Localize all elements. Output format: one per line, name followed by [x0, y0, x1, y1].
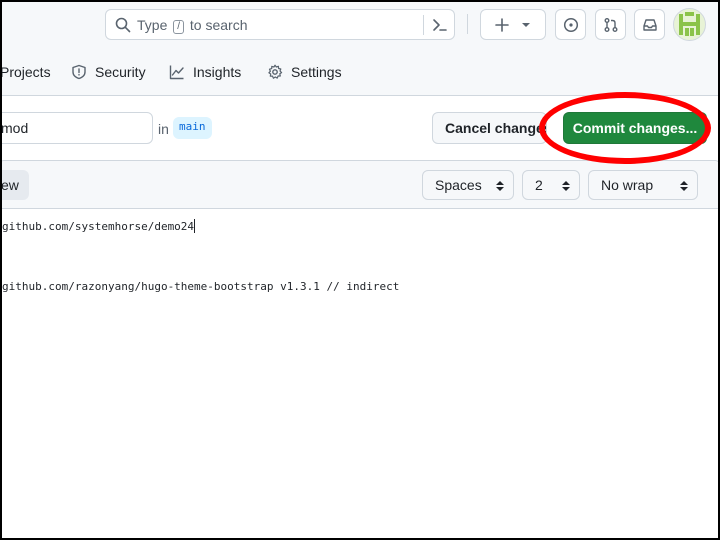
search-placeholder: Type / to search: [137, 17, 248, 34]
search-divider: [423, 15, 424, 35]
code-area[interactable]: github.com/systemhorse/demo24 github.com…: [0, 217, 399, 297]
branch-badge[interactable]: main: [173, 117, 212, 139]
commit-changes-button[interactable]: Commit changes...: [563, 112, 707, 144]
repo-nav: Projects Security Insights Settings: [0, 48, 720, 96]
tab-projects[interactable]: Projects: [0, 64, 51, 80]
avatar[interactable]: [673, 8, 706, 41]
command-palette-icon[interactable]: [432, 17, 448, 33]
indent-size-select[interactable]: 2: [522, 170, 580, 200]
code-line[interactable]: github.com/razonyang/hugo-theme-bootstra…: [0, 277, 399, 297]
tab-settings[interactable]: Settings: [267, 64, 342, 80]
graph-icon: [169, 65, 184, 80]
select-caret-icon: [680, 181, 688, 191]
create-new-button[interactable]: [480, 9, 546, 40]
tab-insights-label: Insights: [193, 64, 242, 80]
global-header: Type / to search: [0, 0, 720, 48]
header-divider: [467, 14, 468, 34]
tab-settings-label: Settings: [291, 64, 342, 80]
indent-mode-select[interactable]: Spaces: [422, 170, 514, 200]
indent-mode-value: Spaces: [435, 177, 482, 193]
wrap-mode-select[interactable]: No wrap: [588, 170, 698, 200]
identicon-icon: [679, 12, 700, 36]
filename-input[interactable]: mod: [0, 112, 153, 144]
inbox-icon: [643, 19, 657, 31]
plus-icon: [495, 18, 509, 32]
search-icon: [115, 17, 131, 33]
editor-toolbar: ew Spaces 2 No wrap: [0, 161, 720, 209]
tab-insights[interactable]: Insights: [169, 64, 241, 80]
issues-icon: [563, 17, 579, 33]
select-caret-icon: [496, 181, 504, 191]
shield-icon: [72, 64, 86, 80]
pull-requests-button[interactable]: [595, 9, 626, 40]
code-line[interactable]: [0, 237, 399, 257]
cancel-changes-button[interactable]: Cancel changes: [432, 112, 547, 144]
code-line[interactable]: github.com/systemhorse/demo24: [0, 217, 399, 237]
tab-projects-label: Projects: [0, 64, 51, 80]
wrap-mode-value: No wrap: [601, 177, 654, 193]
pull-requests-icon: [604, 18, 618, 32]
inbox-button[interactable]: [634, 9, 665, 40]
tab-security[interactable]: Security: [71, 64, 146, 80]
in-label: in: [158, 121, 169, 137]
code-line[interactable]: [0, 257, 399, 277]
file-editor: ew Spaces 2 No wrap github.com/systemhor…: [0, 160, 720, 540]
search-shortcut-key: /: [173, 20, 185, 34]
select-caret-icon: [562, 181, 570, 191]
text-cursor: [194, 219, 196, 233]
tab-preview[interactable]: ew: [0, 170, 29, 200]
gear-icon: [268, 64, 283, 79]
tab-security-label: Security: [95, 64, 146, 80]
search-input[interactable]: Type / to search: [105, 9, 455, 40]
issues-button[interactable]: [555, 9, 586, 40]
indent-size-value: 2: [535, 177, 543, 193]
chevron-down-icon: [522, 23, 530, 27]
